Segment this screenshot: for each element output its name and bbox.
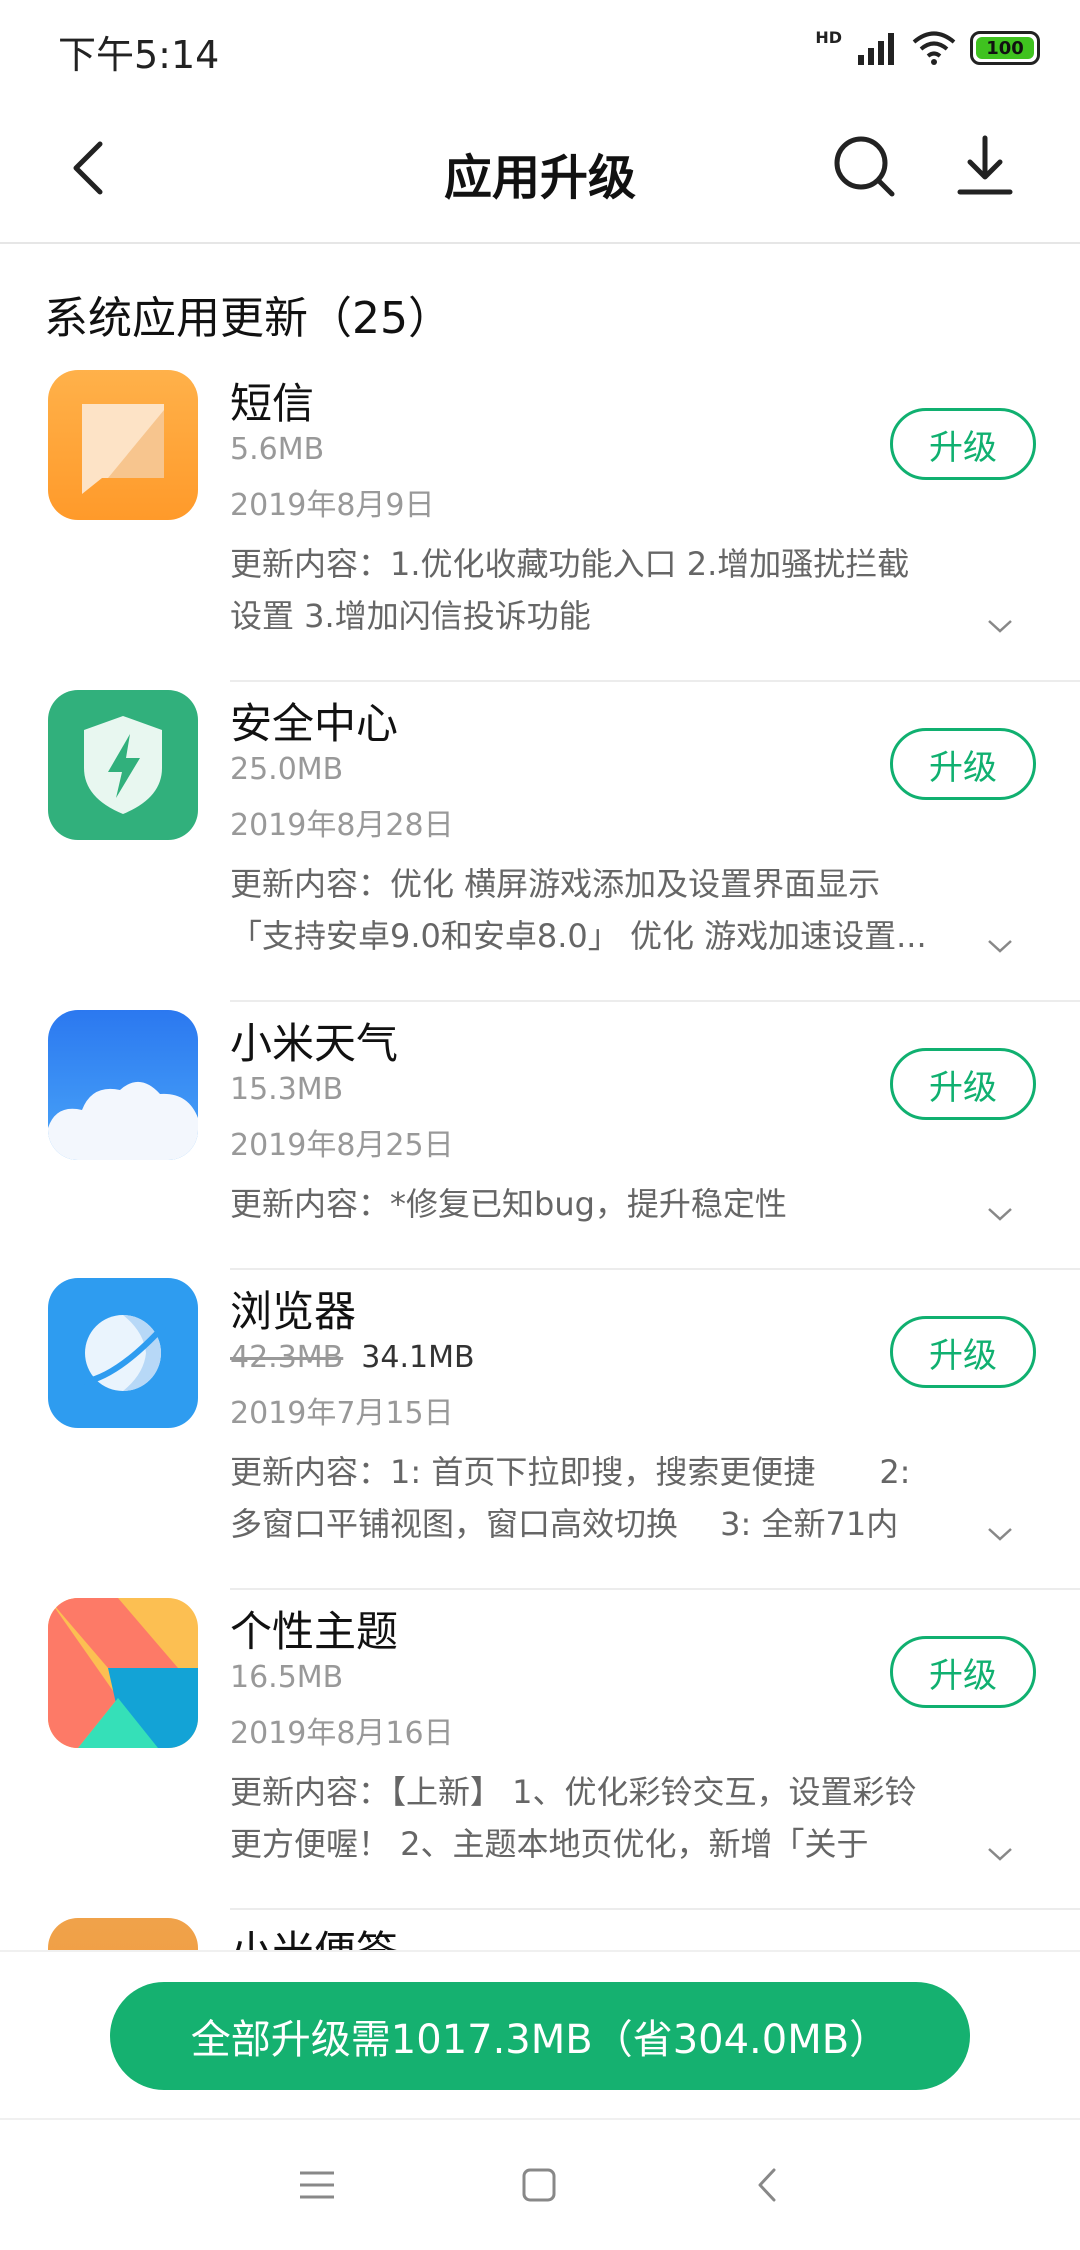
browser-app-icon: [48, 1278, 198, 1428]
list-item[interactable]: 个性主题 16.5MB 2019年8月16日 更新内容：【上新】 1、优化彩铃交…: [0, 1590, 1080, 1910]
status-bar: 下午5:14 HD 100: [0, 0, 1080, 96]
chevron-down-icon[interactable]: [986, 1520, 1014, 1548]
upgrade-button[interactable]: 升级: [890, 1636, 1036, 1708]
upgrade-button[interactable]: 升级: [890, 728, 1036, 800]
app-date: 2019年8月28日: [230, 808, 454, 843]
list-item[interactable]: 短信 5.6MB 2019年8月9日 更新内容：1.优化收藏功能入口 2.增加骚…: [0, 362, 1080, 682]
navigation-bar: [0, 2118, 1080, 2250]
app-size: 15.3MB: [230, 1072, 344, 1107]
upgrade-button[interactable]: 升级: [890, 1048, 1036, 1120]
app-size: 16.5MB: [230, 1660, 344, 1695]
home-icon[interactable]: [518, 2164, 560, 2206]
menu-icon[interactable]: [296, 2164, 338, 2206]
download-icon[interactable]: [950, 132, 1020, 202]
signal-icon: [858, 33, 894, 65]
app-name: 浏览器: [230, 1287, 357, 1336]
weather-app-icon: [48, 1010, 198, 1160]
app-bar: 应用升级: [0, 96, 1080, 244]
messages-app-icon: [48, 370, 198, 520]
app-size: 42.3MB 34.1MB: [230, 1340, 475, 1375]
app-name: 短信: [230, 379, 315, 428]
list-item[interactable]: 小米天气 15.3MB 2019年8月25日 更新内容：*修复已知bug，提升稳…: [0, 1002, 1080, 1270]
app-date: 2019年8月25日: [230, 1128, 454, 1163]
app-date: 2019年7月15日: [230, 1396, 454, 1431]
upgrade-button[interactable]: 升级: [890, 1316, 1036, 1388]
update-notes: 更新内容：*修复已知bug，提升稳定性: [230, 1185, 787, 1223]
app-size: 5.6MB: [230, 432, 325, 467]
upgrade-all-button[interactable]: 全部升级需1017.3MB（省304.0MB）: [110, 1982, 970, 2090]
nav-back-icon[interactable]: [748, 2164, 790, 2206]
themes-app-icon: [48, 1598, 198, 1748]
update-notes: 更新内容：1.优化收藏功能入口 2.增加骚扰拦截设置 3.增加闪信投诉功能: [230, 545, 910, 635]
list-item[interactable]: 安全中心 25.0MB 2019年8月28日 更新内容：优化 横屏游戏添加及设置…: [0, 682, 1080, 1002]
update-notes: 更新内容：1: 首页下拉即搜，搜索更便捷 2: 多窗口平铺视图，窗口高效切换 3…: [230, 1453, 911, 1543]
chevron-down-icon[interactable]: [986, 612, 1014, 640]
battery-level: 100: [986, 37, 1024, 59]
battery-icon: 100: [970, 31, 1040, 65]
old-size: 42.3MB: [230, 1340, 344, 1375]
app-name: 安全中心: [230, 699, 399, 748]
status-time: 下午5:14: [58, 33, 220, 77]
page-title: 应用升级: [443, 150, 636, 206]
search-icon[interactable]: [830, 132, 900, 202]
chevron-down-icon[interactable]: [986, 1200, 1014, 1228]
update-notes: 更新内容：优化 横屏游戏添加及设置界面显示「支持安卓9.0和安卓8.0」 优化 …: [230, 865, 927, 955]
section-title: 系统应用更新（25）: [44, 293, 452, 344]
wifi-icon: [912, 31, 956, 65]
update-notes: 更新内容：【上新】 1、优化彩铃交互，设置彩铃更方便喔！ 2、主题本地页优化，新…: [230, 1773, 917, 1863]
chevron-down-icon[interactable]: [986, 1840, 1014, 1868]
app-name: 小米天气: [230, 1019, 399, 1068]
security-center-icon: [48, 690, 198, 840]
status-icons: HD 100: [815, 24, 1040, 72]
bottom-panel: 全部升级需1017.3MB（省304.0MB）: [0, 1950, 1080, 2120]
app-date: 2019年8月9日: [230, 488, 435, 523]
app-date: 2019年8月16日: [230, 1716, 454, 1751]
upgrade-button[interactable]: 升级: [890, 408, 1036, 480]
list-item[interactable]: 浏览器 42.3MB 34.1MB 2019年7月15日 更新内容：1: 首页下拉…: [0, 1270, 1080, 1590]
app-size: 25.0MB: [230, 752, 344, 787]
app-name: 个性主题: [230, 1607, 399, 1656]
chevron-down-icon[interactable]: [986, 932, 1014, 960]
new-size: 34.1MB: [361, 1340, 475, 1375]
hd-label: HD: [815, 28, 842, 47]
